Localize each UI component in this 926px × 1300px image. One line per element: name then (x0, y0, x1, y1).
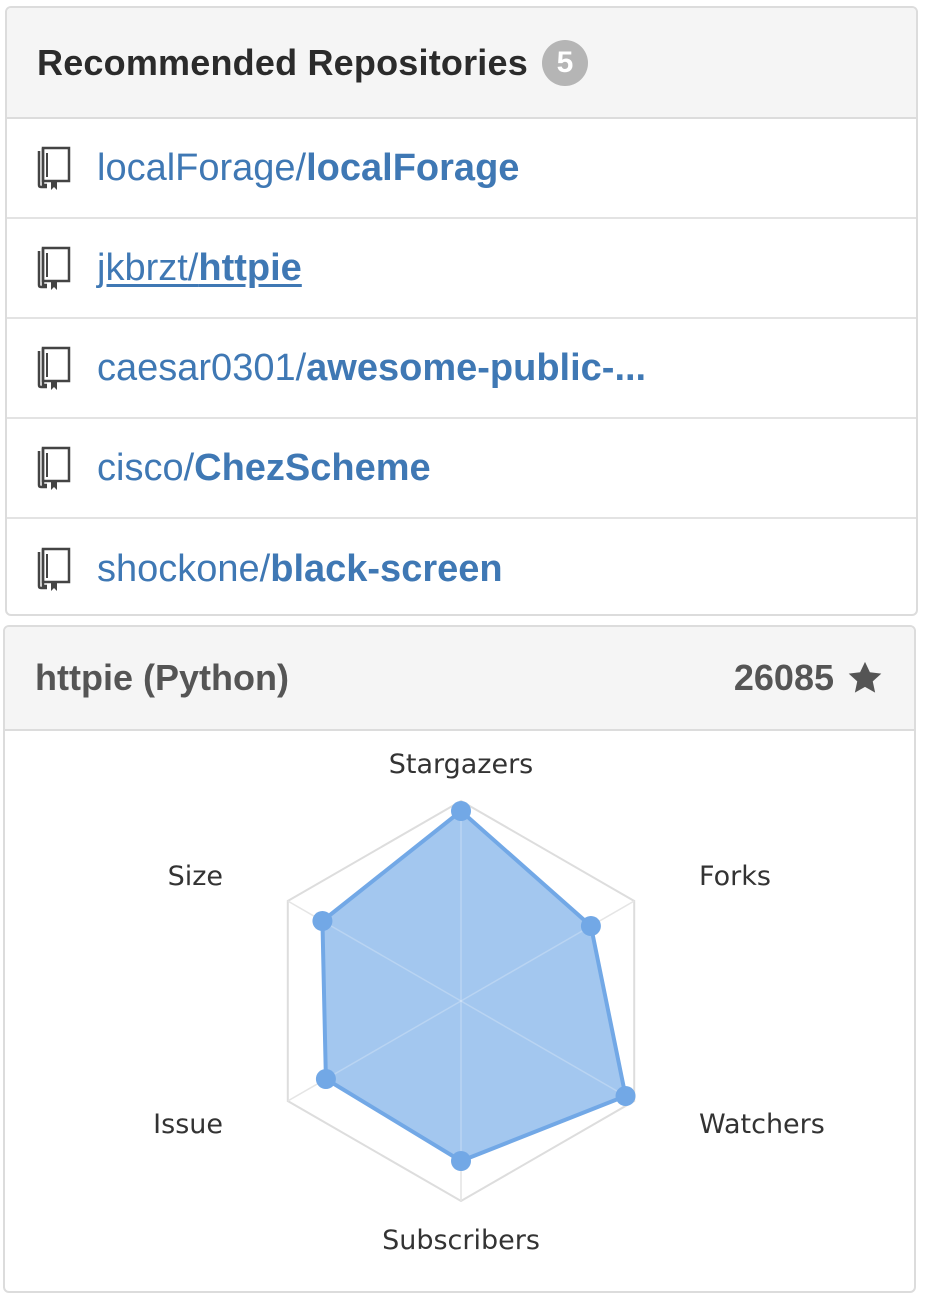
repo-book-icon (37, 146, 71, 190)
radar-axis-label-issue: Issue (153, 1109, 223, 1140)
repository-list-item: jkbrzt/httpie (7, 219, 916, 319)
repository-list-item: caesar0301/awesome-public-... (7, 319, 916, 419)
repository-detail-header: httpie (Python) 26085 (5, 627, 914, 731)
repository-list-item: cisco/ChezScheme (7, 419, 916, 519)
radar-axis-label-stargazers: Stargazers (389, 749, 534, 780)
recommended-title: Recommended Repositories (37, 41, 528, 83)
repository-link-awesome-public[interactable]: caesar0301/awesome-public-... (97, 347, 646, 390)
radar-point-forks (580, 916, 601, 936)
star-icon (848, 661, 882, 693)
radar-point-issue (315, 1069, 336, 1089)
radar-point-size (312, 911, 333, 931)
repository-link-localforage[interactable]: localForage/localForage (97, 147, 519, 190)
recommended-header: Recommended Repositories 5 (7, 8, 916, 119)
repository-detail-panel: httpie (Python) 26085 Stargazers Forks Wat… (3, 625, 916, 1293)
radar-point-watchers (615, 1086, 636, 1106)
repository-list: localForage/localForage jkbrzt/httpie ca… (7, 119, 916, 614)
repository-detail-title: httpie (Python) (35, 657, 289, 698)
repository-link-chezscheme[interactable]: cisco/ChezScheme (97, 447, 431, 490)
repo-book-icon (37, 547, 71, 591)
recommended-repositories-panel: Recommended Repositories 5 localForage/l… (5, 6, 918, 616)
radar-axis-label-watchers: Watchers (699, 1109, 825, 1140)
radar-series-area (320, 809, 628, 1163)
radar-chart-svg: Stargazers Forks Watchers Subscribers Issue S… (153, 749, 825, 1256)
radar-axis-label-subscribers: Subscribers (382, 1225, 540, 1256)
repo-book-icon (37, 446, 71, 490)
repository-link-black-screen[interactable]: shockone/black-screen (97, 548, 503, 591)
star-count-value: 26085 (733, 657, 834, 698)
radar-axis-label-size: Size (168, 861, 223, 892)
repository-count-badge: 5 (541, 39, 588, 86)
repository-link-httpie[interactable]: jkbrzt/httpie (97, 247, 302, 290)
radar-chart: Stargazers Forks Watchers Subscribers Issue S… (5, 731, 914, 1291)
star-count: 26085 (734, 657, 884, 699)
repo-book-icon (37, 246, 71, 290)
repo-book-icon (37, 346, 71, 390)
radar-axis-label-forks: Forks (699, 861, 771, 892)
repository-list-item: localForage/localForage (7, 119, 916, 219)
radar-point-subscribers (451, 1151, 471, 1171)
repository-list-item: shockone/black-screen (7, 519, 916, 614)
radar-point-stargazers (451, 801, 471, 821)
